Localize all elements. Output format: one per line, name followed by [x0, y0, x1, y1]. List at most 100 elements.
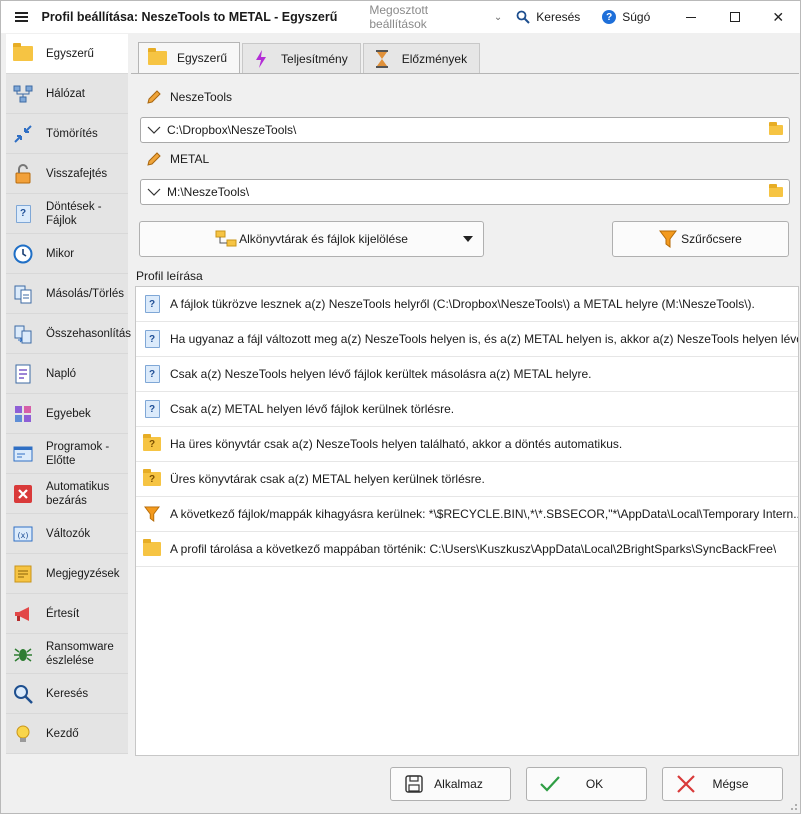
tab-egyszeru[interactable]: Egyszerű [138, 42, 241, 73]
help-button[interactable]: ? Súgó [602, 10, 663, 24]
destination-name: METAL [170, 152, 210, 166]
source-name: NeszeTools [170, 90, 233, 104]
chevron-down-icon[interactable] [141, 188, 167, 196]
list-item-text: A fájlok tükrözve lesznek a(z) NeszeTool… [170, 297, 755, 311]
sidebar-item-kereses[interactable]: Keresés [6, 674, 128, 714]
tab-teljesitmeny[interactable]: Teljesítmény [242, 43, 361, 73]
select-subfolders-button[interactable]: Alkönyvtárak és fájlok kijelölése [139, 221, 484, 257]
sidebar-item-megjegyzesek[interactable]: Megjegyzések [6, 554, 128, 594]
sidebar-item-programok[interactable]: Programok - Előtte [6, 434, 128, 474]
ransomware-icon [12, 643, 34, 665]
notify-icon [12, 603, 34, 625]
checkmark-icon [537, 774, 563, 794]
tab-bar: Egyszerű Teljesítmény Előzmények [138, 42, 482, 73]
search-icon [516, 10, 530, 24]
folder-icon [12, 43, 34, 65]
sidebar-item-ransomware[interactable]: Ransomware észlelése [6, 634, 128, 674]
auto-close-icon [12, 483, 34, 505]
tab-content: NeszeTools C:\Dropbox\NeszeTools\ METAL … [131, 73, 799, 756]
source-path-value[interactable]: C:\Dropbox\NeszeTools\ [167, 123, 763, 137]
list-item: ? Ha ugyanaz a fájl változott meg a(z) N… [136, 322, 798, 357]
browse-folder-icon[interactable] [763, 184, 789, 197]
hourglass-icon [372, 49, 392, 69]
select-subfolders-label: Alkönyvtárak és fájlok kijelölése [239, 232, 408, 246]
list-item: A következő fájlok/mappák kihagyásra ker… [136, 497, 798, 532]
sidebar-item-ertesit[interactable]: Értesít [6, 594, 128, 634]
destination-path-field[interactable]: M:\NeszeTools\ [140, 179, 790, 205]
folder-icon [147, 48, 167, 68]
search-button[interactable]: Keresés [516, 10, 592, 24]
sidebar-item-label: Hálózat [46, 87, 85, 100]
folder-icon [142, 539, 162, 556]
sidebar-item-egyebek[interactable]: Egyebek [6, 394, 128, 434]
sidebar-item-label: Mikor [46, 247, 75, 260]
sidebar-item-automatikus-bezaras[interactable]: Automatikus bezárás [6, 474, 128, 514]
programs-icon [12, 443, 34, 465]
filter-button[interactable]: Szűrőcsere [612, 221, 789, 257]
sidebar-item-visszafejtes[interactable]: Visszafejtés [6, 154, 128, 194]
destination-path-value[interactable]: M:\NeszeTools\ [167, 185, 763, 199]
help-label: Súgó [622, 10, 651, 24]
list-item: ? Ha üres könyvtár csak a(z) NeszeTools … [136, 427, 798, 462]
ok-button[interactable]: OK [526, 767, 647, 801]
sidebar-item-label: Értesít [46, 607, 80, 620]
sidebar-item-naplo[interactable]: Napló [6, 354, 128, 394]
list-item-text: Ha üres könyvtár csak a(z) NeszeTools he… [170, 437, 623, 451]
list-item: ? Csak a(z) NeszeTools helyen lévő fájlo… [136, 357, 798, 392]
maximize-icon [729, 12, 740, 22]
save-icon [401, 774, 427, 794]
decision-icon: ? [12, 203, 34, 225]
cancel-label: Mégse [712, 777, 749, 791]
chevron-down-icon[interactable] [141, 126, 167, 134]
sidebar-item-valtozok[interactable]: (x) Változók [6, 514, 128, 554]
apply-label: Alkalmaz [434, 777, 483, 791]
apply-button[interactable]: Alkalmaz [390, 767, 511, 801]
sidebar-item-label: Programok - Előtte [46, 440, 110, 467]
sidebar-item-masolas-torles[interactable]: Másolás/Törlés [6, 274, 128, 314]
copy-delete-icon [12, 283, 34, 305]
ok-label: OK [585, 777, 604, 791]
list-item: A profil tárolása a következő mappában t… [136, 532, 798, 567]
shared-settings-dropdown[interactable]: Megosztott beállítások ⌄ [369, 3, 502, 31]
compress-icon [12, 123, 34, 145]
cancel-button[interactable]: Mégse [662, 767, 783, 801]
pencil-icon [147, 90, 161, 104]
pencil-icon [147, 152, 161, 166]
filter-icon [142, 506, 162, 522]
notes-icon [12, 563, 34, 585]
resize-grip-icon[interactable] [788, 801, 798, 811]
clock-icon [12, 243, 34, 265]
sidebar-item-label: Egyszerű [46, 47, 94, 60]
chevron-down-icon: ⌄ [493, 11, 503, 23]
sidebar-item-kezdo[interactable]: Kezdő [6, 714, 128, 754]
sidebar-item-label: Ransomware észlelése [46, 640, 114, 667]
sidebar-item-label: Egyebek [46, 407, 91, 420]
close-button[interactable]: ✕ [756, 1, 800, 33]
tab-label: Teljesítmény [281, 51, 348, 66]
sidebar-item-egyszeru[interactable]: Egyszerű [6, 34, 128, 74]
maximize-button[interactable] [713, 1, 757, 33]
sidebar-item-mikor[interactable]: Mikor [6, 234, 128, 274]
question-doc-icon: ? [142, 400, 162, 418]
profile-settings-window: Profil beállítása: NeszeTools to METAL -… [0, 0, 801, 814]
profile-description-label: Profil leírása [136, 269, 203, 283]
svg-text:(x): (x) [18, 531, 29, 540]
tab-elozmenyek[interactable]: Előzmények [362, 43, 481, 73]
tab-label: Egyszerű [177, 51, 228, 65]
sidebar-item-label: Visszafejtés [46, 167, 108, 180]
source-path-field[interactable]: C:\Dropbox\NeszeTools\ [140, 117, 790, 143]
minimize-icon [685, 16, 696, 18]
question-doc-icon: ? [142, 330, 162, 348]
list-item-text: A profil tárolása a következő mappában t… [170, 542, 777, 556]
sidebar-item-dontesek[interactable]: ? Döntések - Fájlok [6, 194, 128, 234]
list-item-text: Üres könyvtárak csak a(z) METAL helyen k… [170, 472, 485, 486]
sidebar-item-osszehasonlitas[interactable]: Összehasonlítás [6, 314, 131, 354]
browse-folder-icon[interactable] [763, 122, 789, 135]
minimize-button[interactable] [669, 1, 713, 33]
sidebar-item-tomorites[interactable]: Tömörítés [6, 114, 128, 154]
close-icon: ✕ [772, 8, 785, 25]
menu-button[interactable] [7, 1, 35, 33]
list-item-text: Ha ugyanaz a fájl változott meg a(z) Nes… [170, 332, 798, 346]
sidebar-item-halozat[interactable]: Hálózat [6, 74, 128, 114]
network-icon [12, 83, 34, 105]
